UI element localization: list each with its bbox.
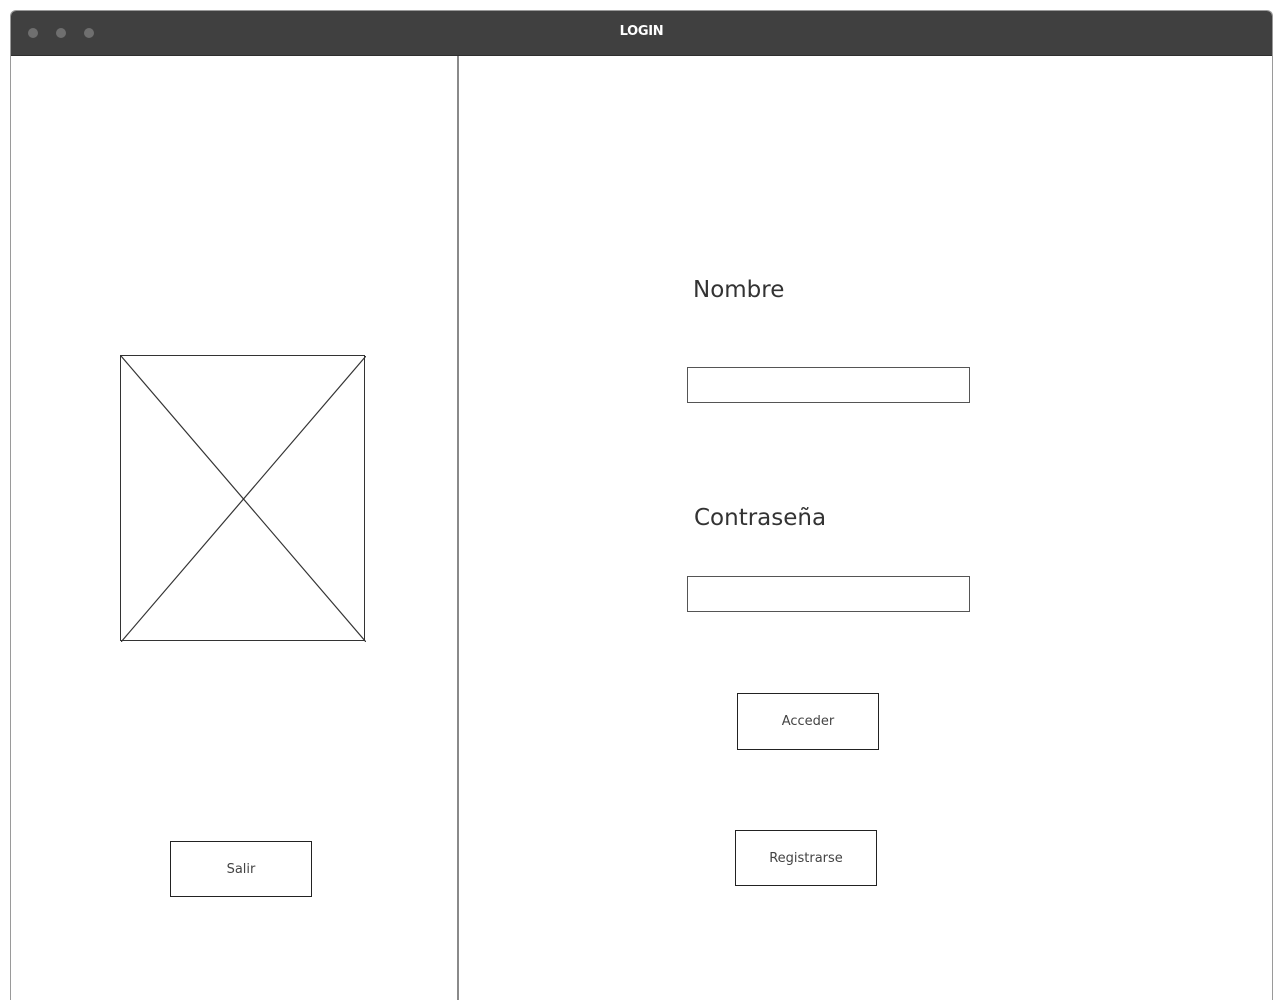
image-placeholder-cross [121,356,366,642]
name-label: Nombre [693,277,785,303]
title-bar: LOGIN [11,11,1272,56]
image-placeholder-icon [120,355,366,642]
login-button[interactable]: Acceder [737,693,879,750]
password-input[interactable] [687,576,970,612]
panel-divider [457,56,459,1000]
login-window: LOGIN Salir Nombre Contraseña Acceder Re… [10,10,1273,1000]
register-button[interactable]: Registrarse [735,830,877,886]
password-label: Contraseña [694,505,827,531]
name-input[interactable] [687,367,970,403]
window-title: LOGIN [619,24,664,39]
exit-button[interactable]: Salir [170,841,312,897]
